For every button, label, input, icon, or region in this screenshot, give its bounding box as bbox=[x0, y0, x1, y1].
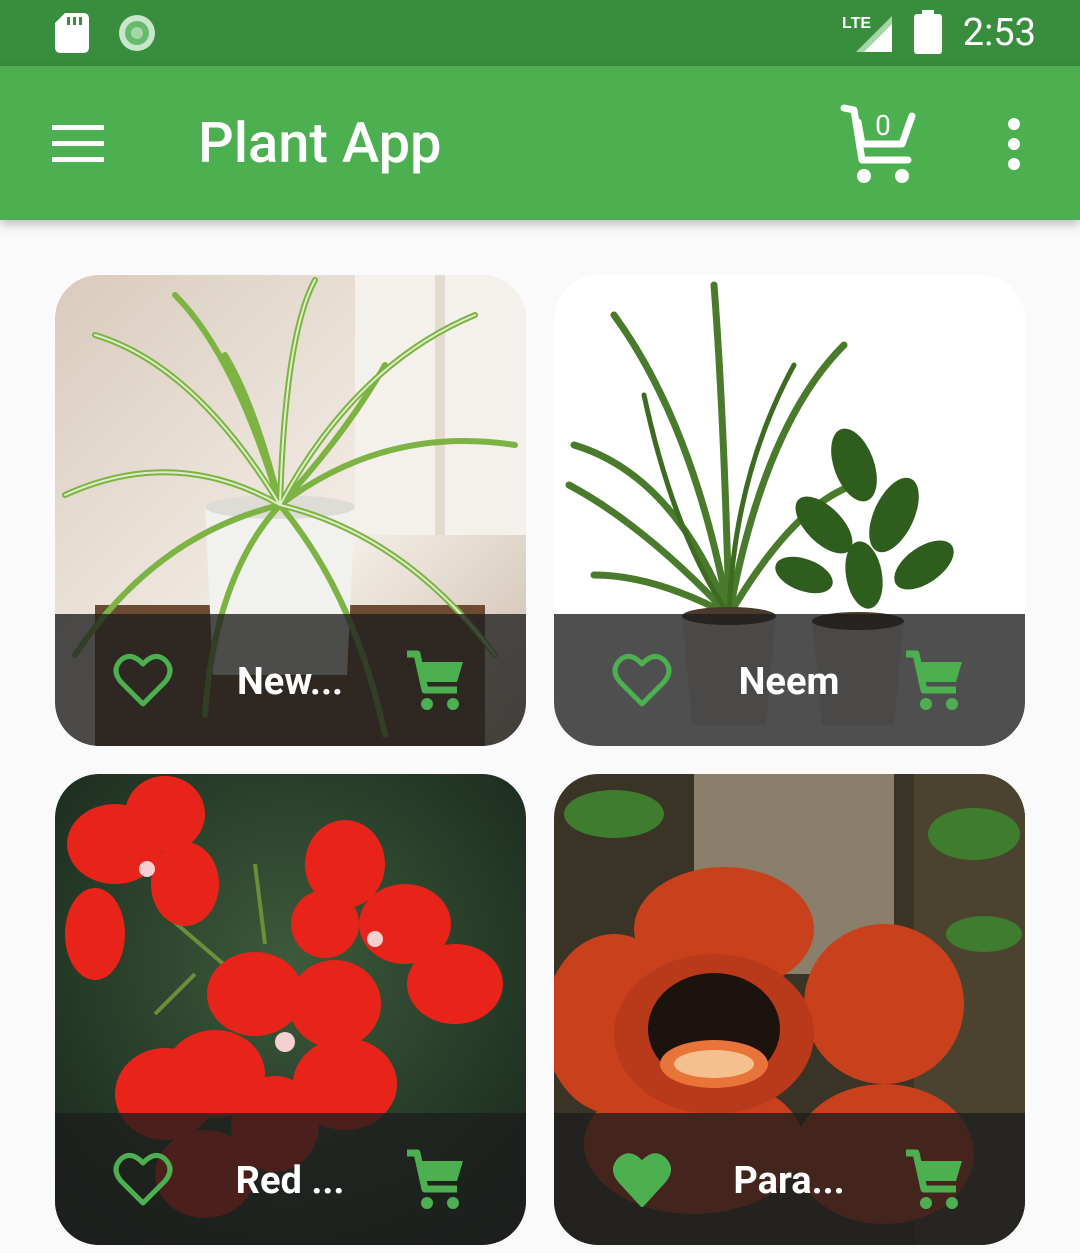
plant-card[interactable]: Red ... bbox=[55, 774, 526, 1245]
more-options-button[interactable] bbox=[990, 114, 1038, 174]
sync-icon bbox=[119, 15, 155, 51]
menu-icon bbox=[52, 125, 104, 162]
add-to-cart-icon[interactable] bbox=[403, 1149, 467, 1211]
status-time: 2:53 bbox=[962, 11, 1036, 55]
menu-button[interactable] bbox=[36, 108, 120, 180]
cart-count-badge: 0 bbox=[875, 109, 891, 142]
heart-outline-icon[interactable] bbox=[113, 1151, 173, 1207]
heart-outline-icon[interactable] bbox=[113, 652, 173, 708]
card-footer: Red ... bbox=[55, 1113, 526, 1245]
plant-name: Neem bbox=[738, 660, 840, 704]
heart-filled-icon[interactable] bbox=[612, 1151, 672, 1207]
page-title: Plant App bbox=[198, 110, 442, 176]
plant-card[interactable]: Para... bbox=[554, 774, 1025, 1245]
battery-icon bbox=[914, 10, 942, 54]
plant-card[interactable]: New... bbox=[55, 275, 526, 746]
lte-signal-icon: LTE bbox=[842, 15, 892, 52]
cart-button[interactable]: 0 bbox=[832, 100, 932, 190]
card-footer: New... bbox=[55, 614, 526, 746]
add-to-cart-icon[interactable] bbox=[902, 1149, 966, 1211]
more-vert-icon bbox=[1008, 118, 1020, 170]
plant-name: New... bbox=[236, 660, 343, 704]
add-to-cart-icon[interactable] bbox=[902, 650, 966, 712]
plant-name: Para... bbox=[733, 1159, 845, 1203]
svg-text:LTE: LTE bbox=[842, 15, 871, 32]
plant-name: Red ... bbox=[235, 1159, 345, 1203]
plant-card[interactable]: Neem bbox=[554, 275, 1025, 746]
status-bar: LTE 2:53 bbox=[0, 0, 1080, 66]
add-to-cart-icon[interactable] bbox=[403, 650, 467, 712]
card-footer: Para... bbox=[554, 1113, 1025, 1245]
app-bar: Plant App 0 bbox=[0, 66, 1080, 220]
sd-card-icon bbox=[55, 13, 89, 53]
card-footer: Neem bbox=[554, 614, 1025, 746]
heart-outline-icon[interactable] bbox=[612, 652, 672, 708]
